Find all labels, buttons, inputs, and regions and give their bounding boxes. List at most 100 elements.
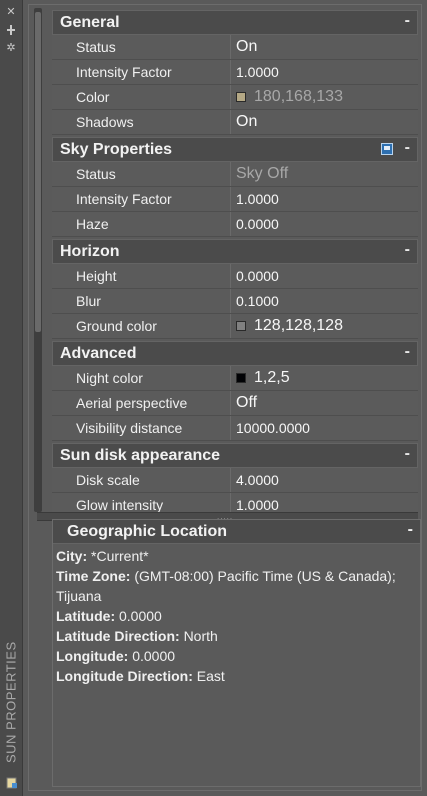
property-label: Color xyxy=(52,85,231,109)
property-label: Intensity Factor xyxy=(52,187,231,211)
property-value[interactable]: Off xyxy=(231,391,418,415)
property-value-text: 0.0000 xyxy=(236,216,279,232)
property-value-text: Sky Off xyxy=(236,165,289,182)
property-value-text: On xyxy=(236,113,258,130)
property-value-text: 4.0000 xyxy=(236,472,279,488)
section-title: Sun disk appearance xyxy=(60,446,221,464)
geo-key: Longitude Direction: xyxy=(56,668,193,684)
geo-value: East xyxy=(196,668,225,684)
palette-title-strip: ✕ ✲ SUN PROPERTIES xyxy=(0,0,23,796)
geo-key: Time Zone: xyxy=(56,568,131,584)
property-value[interactable]: Sky Off xyxy=(231,162,418,186)
property-label: Visibility distance xyxy=(52,416,231,440)
pin-icon[interactable] xyxy=(5,25,17,37)
section-horizon: Horizon - Height 0.0000 Blur 0.1000 Ground col… xyxy=(52,239,418,339)
section-sky-properties: Sky Properties - Status Sky Off Intensity Fa… xyxy=(52,137,418,237)
collapse-icon[interactable]: - xyxy=(405,241,410,259)
color-swatch xyxy=(236,321,246,331)
section-sun-disk-appearance: Sun disk appearance - Disk scale 4.0000 Glow… xyxy=(52,443,418,512)
property-row-color[interactable]: Color 180,168,133 xyxy=(52,85,418,110)
property-row-night-color[interactable]: Night color 1,2,5 xyxy=(52,366,418,391)
geo-item-longitude-direction: Longitude Direction: East xyxy=(56,666,417,686)
palette-title: SUN PROPERTIES xyxy=(3,641,19,764)
property-value-text: On xyxy=(236,38,258,55)
collapse-icon[interactable]: - xyxy=(405,445,410,463)
collapse-icon[interactable]: - xyxy=(408,521,413,539)
section-title: Advanced xyxy=(60,344,137,362)
section-header-advanced[interactable]: Advanced - xyxy=(52,341,418,366)
settings-icon[interactable]: ✲ xyxy=(5,42,17,54)
property-value[interactable]: 0.0000 xyxy=(231,264,418,288)
geographic-location-panel: Geographic Location - City: *Current* Tim… xyxy=(52,519,421,787)
property-label: Status xyxy=(52,162,231,186)
property-label: Ground color xyxy=(52,314,231,338)
property-value[interactable]: On xyxy=(231,35,418,59)
property-value[interactable]: 4.0000 xyxy=(231,468,418,492)
geo-item-city: City: *Current* xyxy=(56,546,417,566)
property-value-text: 128,128,128 xyxy=(254,317,343,334)
property-grid: General - Status On Intensity Factor 1.0000 Co… xyxy=(52,10,418,512)
property-row-blur[interactable]: Blur 0.1000 xyxy=(52,289,418,314)
property-label: Night color xyxy=(52,366,231,390)
geo-section-header[interactable]: Geographic Location - xyxy=(53,520,420,544)
section-title: General xyxy=(60,13,120,31)
collapse-icon[interactable]: - xyxy=(405,139,410,157)
property-row-intensity-factor[interactable]: Intensity Factor 1.0000 xyxy=(52,60,418,85)
property-value[interactable]: 0.0000 xyxy=(231,212,418,236)
property-row-shadows[interactable]: Shadows On xyxy=(52,110,418,135)
properties-icon[interactable] xyxy=(6,776,18,789)
section-header-sky-properties[interactable]: Sky Properties - xyxy=(52,137,418,162)
property-value[interactable]: 180,168,133 xyxy=(231,85,418,109)
property-row-visibility-distance[interactable]: Visibility distance 10000.0000 xyxy=(52,416,418,441)
section-header-sun-disk-appearance[interactable]: Sun disk appearance - xyxy=(52,443,418,468)
property-row-ground-color[interactable]: Ground color 128,128,128 xyxy=(52,314,418,339)
color-swatch xyxy=(236,373,246,383)
property-row-haze[interactable]: Haze 0.0000 xyxy=(52,212,418,237)
property-label: Haze xyxy=(52,212,231,236)
property-label: Disk scale xyxy=(52,468,231,492)
property-value-text: 1.0000 xyxy=(236,191,279,207)
collapse-icon[interactable]: - xyxy=(405,343,410,361)
geo-item-latitude: Latitude: 0.0000 xyxy=(56,606,417,626)
property-row-aerial-perspective[interactable]: Aerial perspective Off xyxy=(52,391,418,416)
property-value[interactable]: 128,128,128 xyxy=(231,314,418,338)
property-row-intensity-factor[interactable]: Intensity Factor 1.0000 xyxy=(52,187,418,212)
geo-key: City: xyxy=(56,548,88,564)
property-row-status[interactable]: Status On xyxy=(52,35,418,60)
color-swatch xyxy=(236,92,246,102)
sky-preview-icon[interactable] xyxy=(381,143,393,155)
property-row-height[interactable]: Height 0.0000 xyxy=(52,264,418,289)
geo-key: Latitude: xyxy=(56,608,116,624)
property-label: Aerial perspective xyxy=(52,391,231,415)
property-label: Shadows xyxy=(52,110,231,134)
geo-item-longitude: Longitude: 0.0000 xyxy=(56,646,417,666)
property-value[interactable]: 10000.0000 xyxy=(231,416,418,440)
geo-value: 0.0000 xyxy=(132,648,176,664)
geo-value: North xyxy=(183,628,218,644)
section-header-horizon[interactable]: Horizon - xyxy=(52,239,418,264)
property-label: Status xyxy=(52,35,231,59)
geo-value: *Current* xyxy=(91,548,149,564)
property-row-disk-scale[interactable]: Disk scale 4.0000 xyxy=(52,468,418,493)
collapse-icon[interactable]: - xyxy=(405,12,410,30)
section-title: Horizon xyxy=(60,242,120,260)
property-value[interactable]: 1.0000 xyxy=(231,493,418,512)
property-value-text: 1.0000 xyxy=(236,497,279,512)
close-icon[interactable]: ✕ xyxy=(5,6,17,18)
property-value-text: 0.0000 xyxy=(236,268,279,284)
geo-item-time-zone: Time Zone: (GMT-08:00) Pacific Time (US … xyxy=(56,566,417,606)
section-header-general[interactable]: General - xyxy=(52,10,418,35)
section-title: Sky Properties xyxy=(60,140,173,158)
property-row-glow-intensity[interactable]: Glow intensity 1.0000 xyxy=(52,493,418,512)
geo-details: City: *Current* Time Zone: (GMT-08:00) Pa… xyxy=(53,544,420,688)
geo-key: Longitude: xyxy=(56,648,129,664)
property-value[interactable]: 1.0000 xyxy=(231,60,418,84)
property-value[interactable]: 0.1000 xyxy=(231,289,418,313)
scrollbar-thumb[interactable] xyxy=(35,12,41,332)
property-value[interactable]: 1,2,5 xyxy=(231,366,418,390)
section-general: General - Status On Intensity Factor 1.0000 Co… xyxy=(52,10,418,135)
property-label: Glow intensity xyxy=(52,493,231,512)
property-row-status[interactable]: Status Sky Off xyxy=(52,162,418,187)
property-value[interactable]: 1.0000 xyxy=(231,187,418,211)
property-value[interactable]: On xyxy=(231,110,418,134)
